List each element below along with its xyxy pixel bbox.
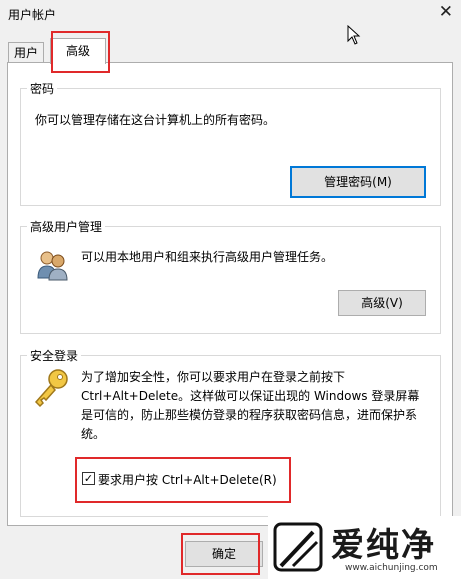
watermark-logo-icon bbox=[273, 522, 323, 572]
key-icon bbox=[34, 369, 68, 408]
watermark-url: www.aichunjing.com bbox=[345, 563, 438, 573]
password-group-title: 密码 bbox=[27, 80, 58, 97]
users-icon bbox=[37, 251, 68, 281]
watermark-name: 爱纯净 bbox=[331, 525, 436, 564]
password-description: 你可以管理存储在这台计算机上的所有密码。 bbox=[35, 113, 276, 127]
manage-passwords-button[interactable]: 管理密码(M) bbox=[290, 166, 426, 198]
mouse-cursor-icon bbox=[347, 25, 361, 45]
user-management-group-title: 高级用户管理 bbox=[27, 218, 106, 235]
user-management-description: 可以用本地用户和组来执行高级用户管理任务。 bbox=[81, 250, 334, 264]
user-management-group bbox=[20, 226, 441, 334]
close-icon[interactable]: ✕ bbox=[439, 2, 453, 22]
tab-users[interactable]: 用户 bbox=[8, 42, 44, 63]
secure-logon-group-title: 安全登录 bbox=[27, 347, 82, 364]
ok-button[interactable]: 确定 bbox=[185, 541, 263, 567]
window-title: 用户帐户 bbox=[8, 8, 57, 22]
tab-advanced[interactable]: 高级 bbox=[50, 38, 106, 64]
require-ctrl-alt-delete-checkbox[interactable]: ✓ bbox=[82, 472, 95, 485]
require-ctrl-alt-delete-label[interactable]: 要求用户按 Ctrl+Alt+Delete(R) bbox=[98, 471, 277, 488]
secure-logon-description: 为了增加安全性，你可以要求用户在登录之前按下 Ctrl+Alt+Delete。这… bbox=[81, 370, 420, 441]
advanced-button[interactable]: 高级(V) bbox=[338, 290, 426, 316]
